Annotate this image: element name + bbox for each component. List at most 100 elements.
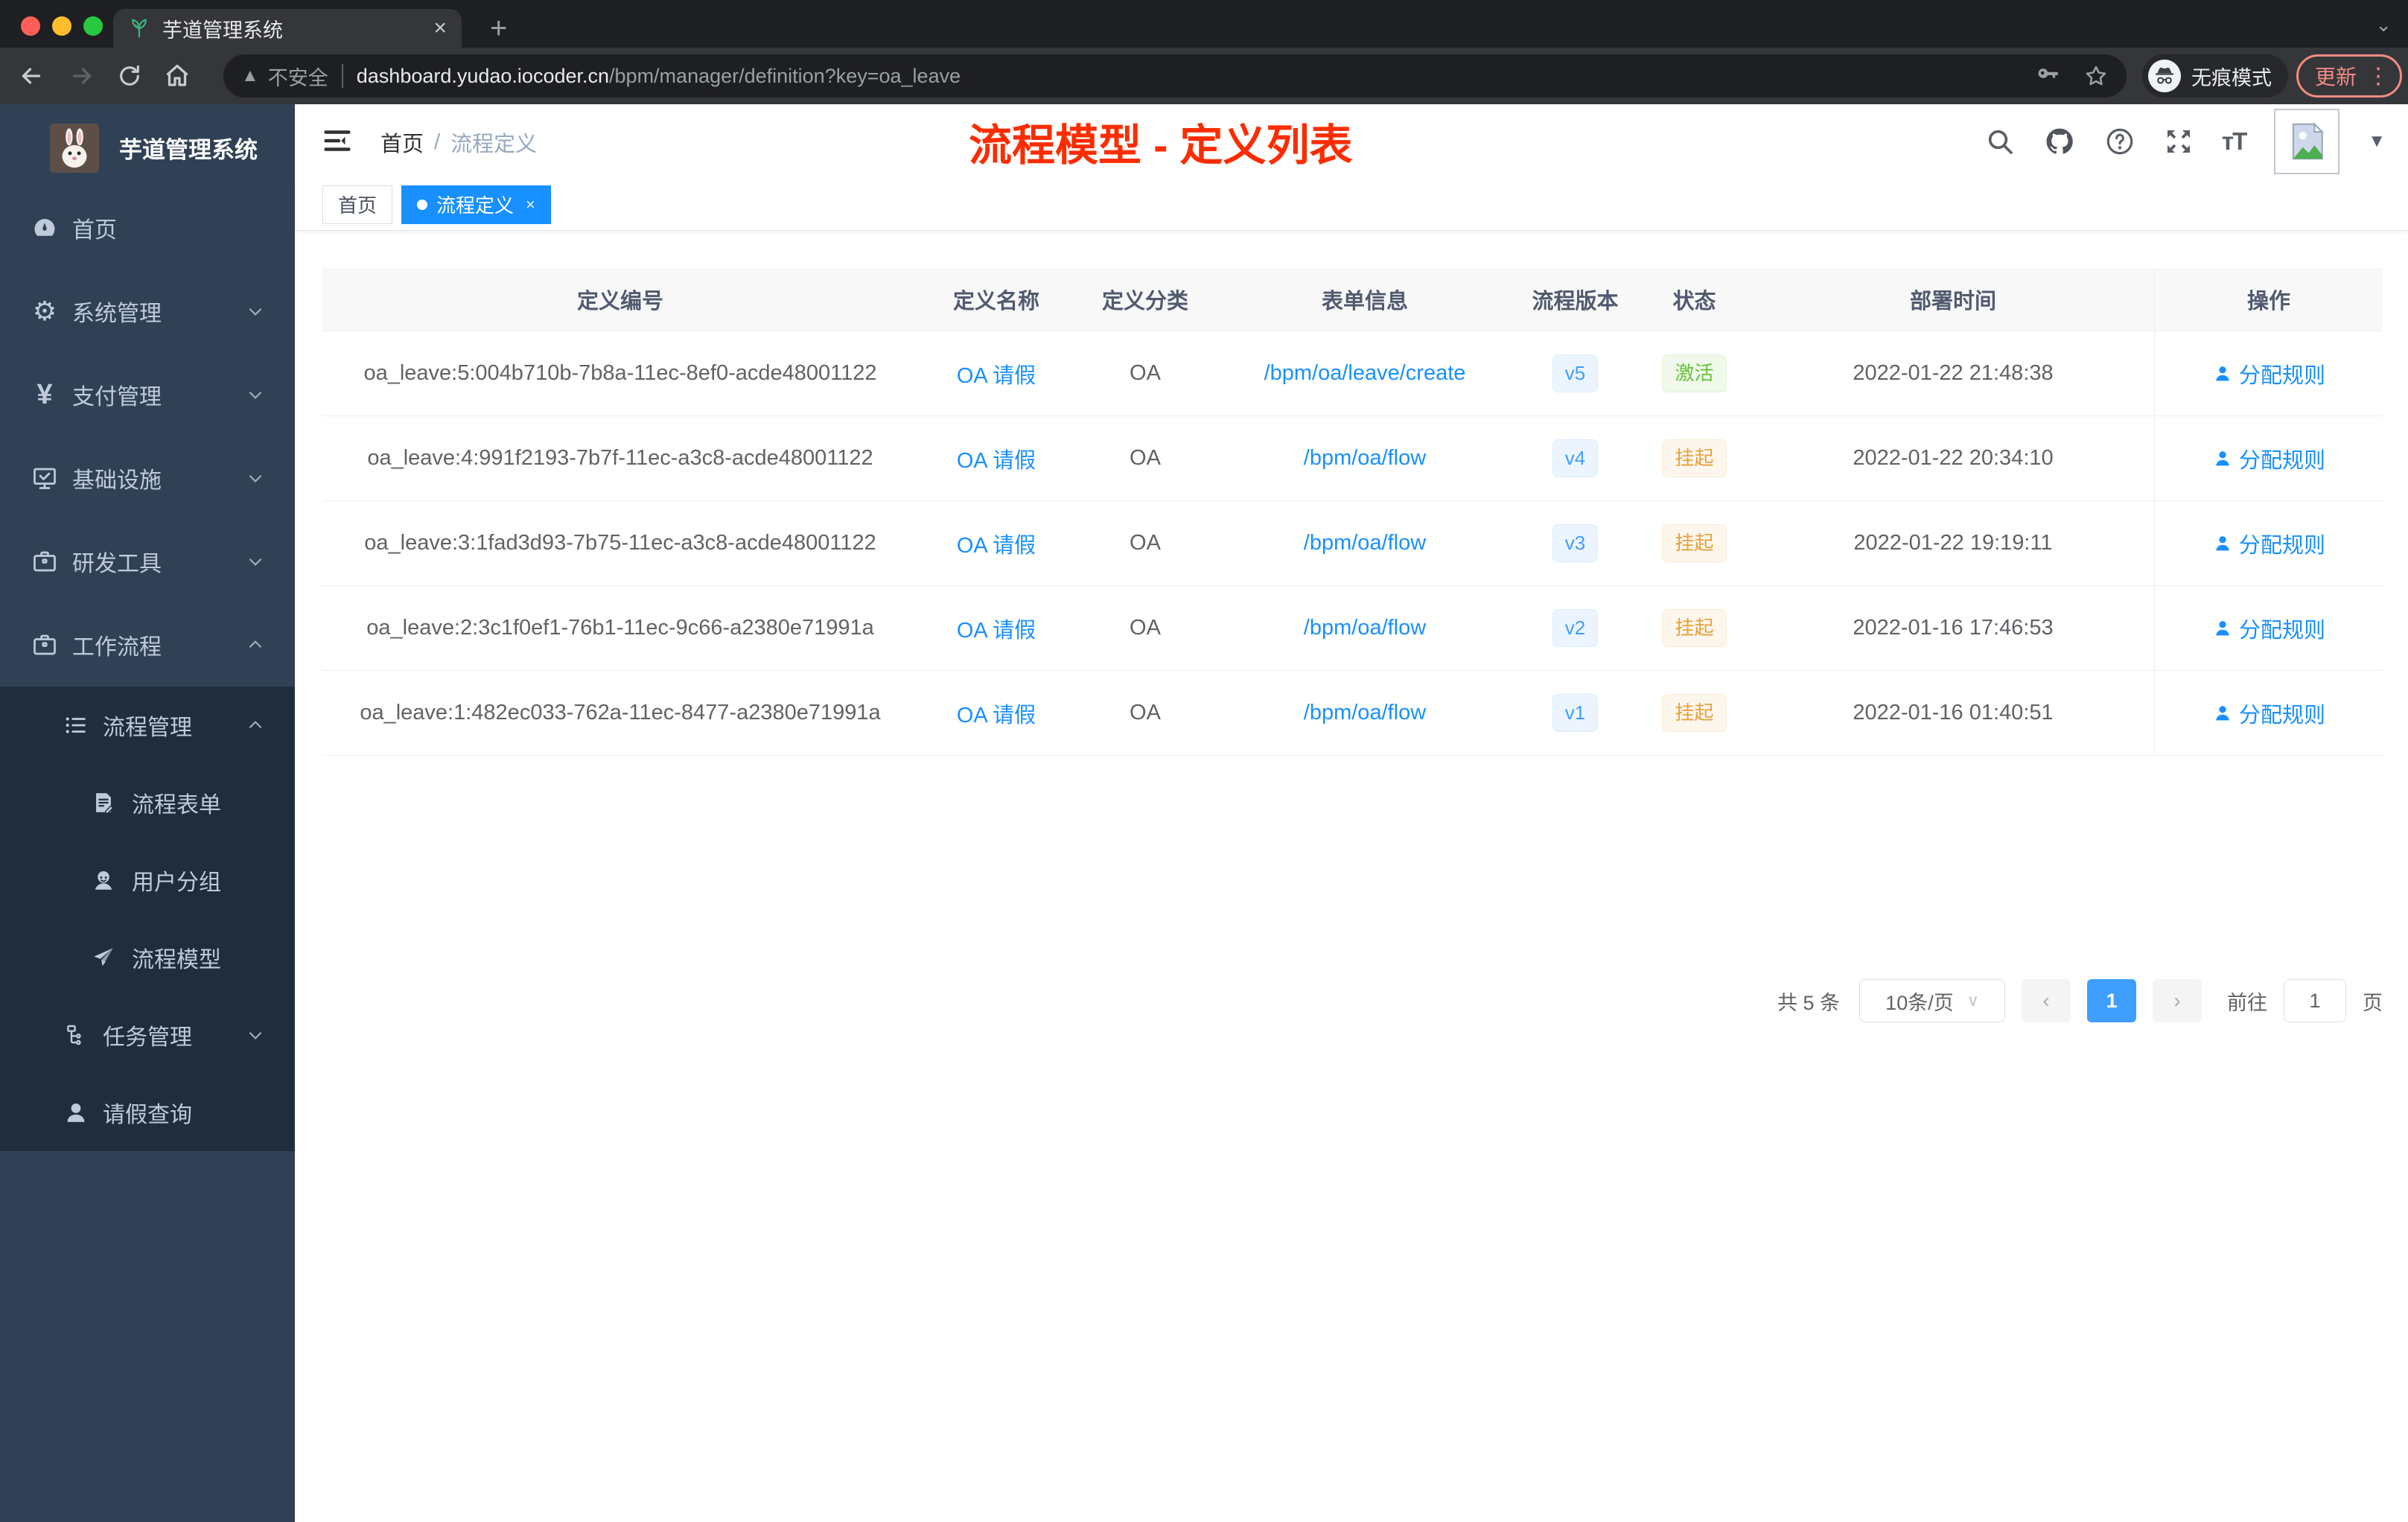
sidebar-collapse-icon[interactable]	[320, 124, 354, 158]
gear-icon: ⚙	[32, 296, 57, 326]
tab-search-caret-icon[interactable]: ⌄	[2375, 13, 2392, 36]
avatar-caret-icon[interactable]: ▼	[2368, 131, 2386, 152]
reload-button[interactable]	[112, 58, 147, 94]
page-header: 首页 / 流程定义 流程模型 - 定义列表 тT ▼	[295, 104, 2408, 179]
page-size-select[interactable]: 10条/页 ∨	[1859, 979, 2005, 1022]
chevron-down-icon	[246, 302, 265, 321]
home-button[interactable]	[159, 58, 195, 94]
incognito-icon	[2148, 60, 2181, 92]
font-size-icon[interactable]: тT	[2222, 127, 2247, 156]
window-minimize-button[interactable]	[52, 16, 71, 36]
deploy-time: 2022-01-22 21:48:38	[1853, 361, 2054, 385]
version-badge: v2	[1552, 608, 1599, 648]
table-row: oa_leave:5:004b710b-7b8a-11ec-8ef0-acde4…	[322, 331, 2383, 416]
page-number-button[interactable]: 1	[2087, 979, 2136, 1022]
incognito-badge: 无痕模式	[2142, 54, 2288, 98]
tag-close-icon[interactable]: ×	[526, 195, 535, 214]
sidebar: 芋道管理系统 首页 ⚙ 系统管理 ¥ 支付管理 基础设施 研发工具 工作流程 流…	[0, 104, 295, 1522]
tab-close-icon[interactable]: ×	[433, 17, 447, 39]
security-warning-icon: ▲	[241, 66, 259, 86]
sidebar-item-devtools[interactable]: 研发工具	[0, 520, 295, 603]
incognito-label: 无痕模式	[2191, 66, 2272, 89]
sidebar-item-process-management[interactable]: 流程管理	[0, 687, 295, 764]
bookmark-star-icon[interactable]	[2083, 63, 2109, 89]
form-link[interactable]: /bpm/oa/flow	[1304, 531, 1426, 555]
url-path: /bpm/manager/definition?key=oa_leave	[609, 64, 961, 87]
update-label: 更新	[2315, 66, 2357, 89]
security-label: 不安全	[267, 66, 328, 89]
window-close-button[interactable]	[21, 16, 40, 36]
sidebar-item-infrastructure[interactable]: 基础设施	[0, 436, 295, 520]
password-key-icon[interactable]	[2036, 63, 2061, 89]
sidebar-item-home[interactable]: 首页	[0, 186, 295, 270]
next-page-button[interactable]: ›	[2153, 979, 2202, 1022]
browser-menu-dots-icon[interactable]: ⋮	[2367, 63, 2389, 89]
chevron-down-icon	[246, 385, 265, 404]
new-tab-button[interactable]: +	[490, 10, 507, 46]
definition-name-link[interactable]: OA 请假	[957, 528, 1036, 559]
browser-update-button[interactable]: 更新 ⋮	[2296, 54, 2403, 98]
table-row: oa_leave:3:1fad3d93-7b75-11ec-a3c8-acde4…	[322, 501, 2383, 586]
sidebar-item-user-group[interactable]: 用户分组	[0, 841, 295, 919]
help-icon[interactable]	[2104, 126, 2135, 157]
url-bar[interactable]: ▲ 不安全 dashboard.yudao.iocoder.cn/bpm/man…	[223, 54, 2127, 98]
user-icon	[2216, 620, 2229, 635]
url-host: dashboard.yudao.iocoder.cn	[356, 64, 610, 87]
version-badge: v3	[1552, 523, 1599, 563]
definition-name-link[interactable]: OA 请假	[957, 443, 1036, 474]
tree-icon	[60, 1023, 92, 1047]
tags-view-bar: 首页 流程定义 ×	[295, 179, 2408, 231]
status-badge: 挂起	[1662, 608, 1727, 648]
user-icon	[2216, 535, 2229, 550]
breadcrumb-current: 流程定义	[450, 133, 538, 156]
chevron-down-icon: ∨	[1966, 991, 1979, 1010]
chevron-up-icon	[246, 635, 265, 655]
status-badge: 激活	[1662, 354, 1727, 393]
table-row: oa_leave:1:482ec033-762a-11ec-8477-a2380…	[322, 671, 2383, 756]
github-icon[interactable]	[2043, 125, 2076, 158]
back-button[interactable]	[13, 58, 49, 94]
send-icon	[87, 945, 120, 970]
sidebar-item-workflow[interactable]: 工作流程	[0, 603, 295, 687]
assign-rule-link[interactable]: 分配规则	[2212, 698, 2325, 729]
forward-button[interactable]	[64, 58, 100, 94]
assign-rule-link[interactable]: 分配规则	[2212, 528, 2325, 559]
content-area: 定义编号 定义名称 定义分类 表单信息 流程版本 状态 部署时间 操作 oa_l…	[295, 231, 2408, 1522]
chevron-down-icon	[246, 552, 265, 571]
browser-tab[interactable]: 芋道管理系统 ×	[113, 9, 462, 48]
sidebar-item-system[interactable]: ⚙ 系统管理	[0, 270, 295, 353]
definition-category: OA	[1130, 531, 1161, 555]
sidebar-logo-row[interactable]: 芋道管理系统	[0, 104, 295, 186]
breadcrumb-home[interactable]: 首页	[380, 127, 424, 158]
sidebar-item-process-model[interactable]: 流程模型	[0, 919, 295, 996]
form-link[interactable]: /bpm/oa/flow	[1304, 616, 1426, 640]
definition-id: oa_leave:4:991f2193-7b7f-11ec-a3c8-acde4…	[367, 446, 873, 470]
form-link[interactable]: /bpm/oa/flow	[1304, 446, 1426, 471]
window-zoom-button[interactable]	[83, 16, 103, 36]
sidebar-item-process-form[interactable]: 流程表单	[0, 764, 295, 841]
assign-rule-link[interactable]: 分配规则	[2212, 443, 2325, 474]
form-link[interactable]: /bpm/oa/leave/create	[1264, 361, 1466, 386]
search-icon[interactable]	[1985, 127, 2015, 156]
tag-process-definition[interactable]: 流程定义 ×	[401, 185, 551, 224]
assign-rule-link[interactable]: 分配规则	[2212, 613, 2325, 644]
sidebar-item-leave-query[interactable]: 请假查询	[0, 1074, 295, 1151]
sidebar-item-payment[interactable]: ¥ 支付管理	[0, 353, 295, 436]
sidebar-item-task-management[interactable]: 任务管理	[0, 996, 295, 1074]
goto-page-input[interactable]: 1	[2284, 979, 2346, 1022]
url-separator	[341, 64, 343, 88]
definition-category: OA	[1130, 616, 1161, 640]
prev-page-button[interactable]: ‹	[2022, 979, 2071, 1022]
form-link[interactable]: /bpm/oa/flow	[1304, 701, 1426, 725]
definition-name-link[interactable]: OA 请假	[957, 698, 1036, 729]
tab-title: 芋道管理系统	[162, 19, 283, 42]
assign-rule-link[interactable]: 分配规则	[2212, 358, 2325, 389]
avatar[interactable]	[2274, 109, 2340, 174]
definition-name-link[interactable]: OA 请假	[957, 613, 1036, 644]
definition-name-link[interactable]: OA 请假	[957, 358, 1036, 389]
tag-home[interactable]: 首页	[322, 185, 393, 224]
fullscreen-icon[interactable]	[2164, 127, 2194, 156]
chevron-down-icon	[246, 468, 265, 488]
definition-category: OA	[1130, 701, 1161, 725]
browser-toolbar: ▲ 不安全 dashboard.yudao.iocoder.cn/bpm/man…	[0, 48, 2408, 104]
